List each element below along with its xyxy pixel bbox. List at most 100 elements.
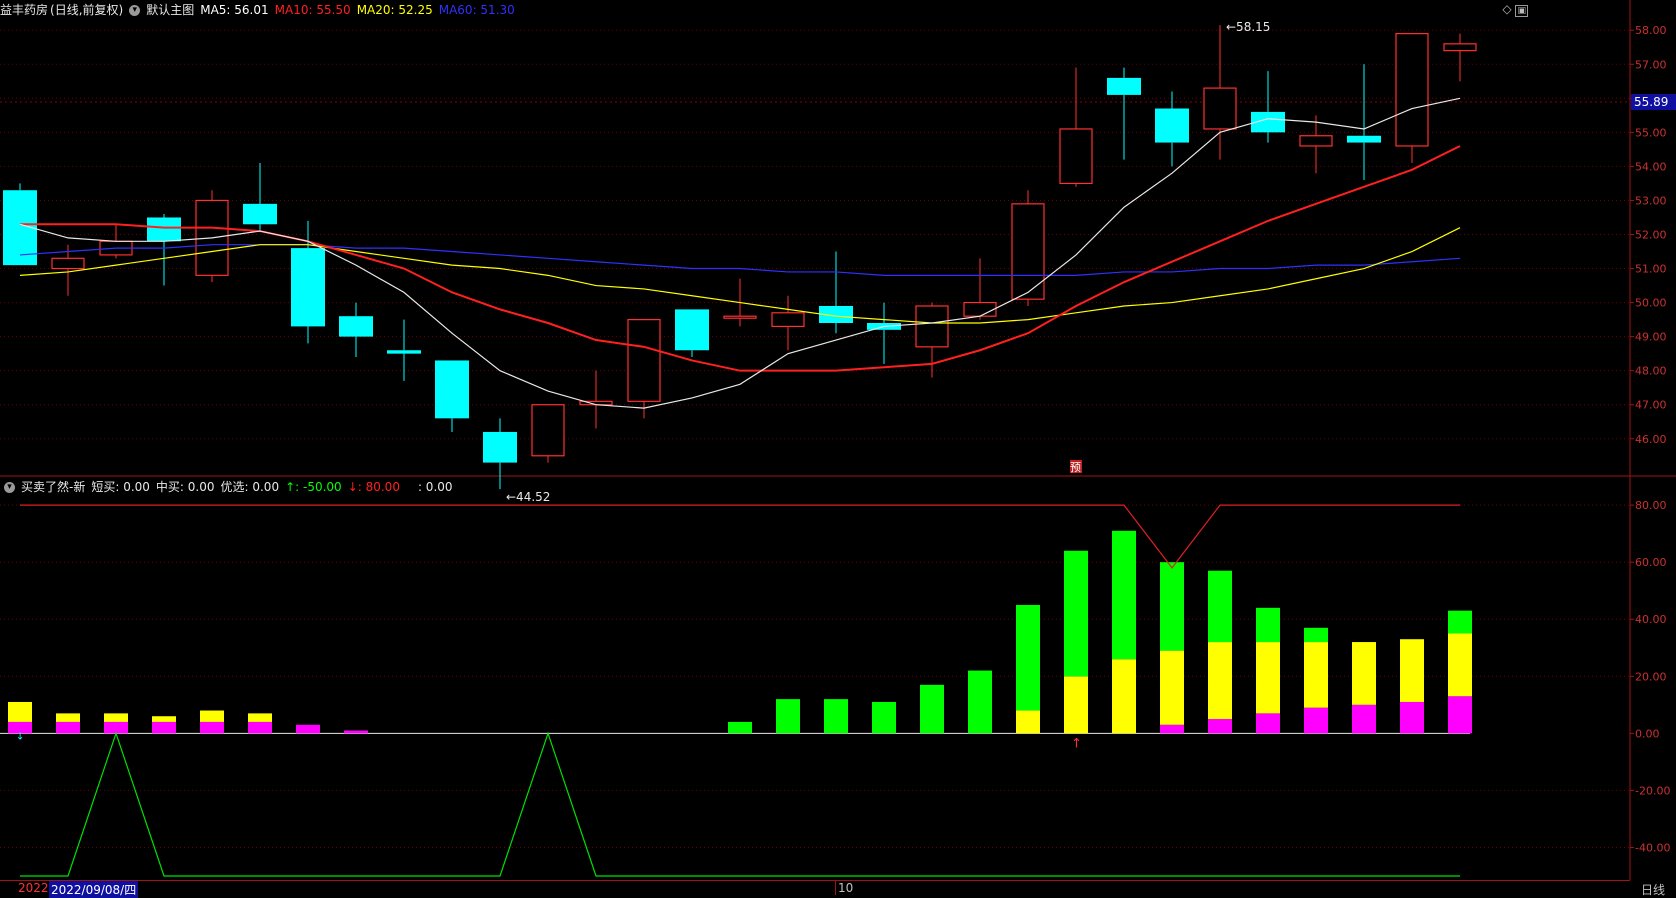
price-tick-label: 53.00	[1635, 194, 1667, 207]
candle-body-down	[483, 431, 517, 463]
indicator-bar-mid	[200, 710, 224, 722]
candle-body-down	[435, 360, 469, 419]
indicator-tick-label: -40.00	[1635, 841, 1670, 854]
indicator-bar-mid	[1160, 650, 1184, 725]
indicator-bar-short	[1160, 724, 1184, 734]
indicator-bar-mid	[1064, 676, 1088, 734]
indicator-tick-label: 80.00	[1635, 499, 1667, 512]
down-signal-line	[20, 504, 1460, 569]
indicator-bar-pick	[1160, 562, 1184, 651]
low-annotation: ←44.52	[506, 490, 550, 504]
candle-body-down	[387, 350, 421, 354]
candle-body-down	[675, 309, 709, 351]
month-mark: 10	[835, 881, 853, 895]
indicator-tick-label: 40.00	[1635, 613, 1667, 626]
indicator-bar-short	[1256, 713, 1280, 734]
candle-body-up	[1395, 33, 1429, 147]
price-tick-label: 52.00	[1635, 228, 1667, 241]
candle-body-up	[723, 315, 757, 319]
indicator-bar-mid	[1304, 642, 1328, 708]
indicator-bar-mid	[248, 713, 272, 722]
forecast-marker: 预	[1070, 461, 1081, 474]
candle-body-up	[51, 257, 85, 270]
indicator-bar-short	[248, 721, 272, 734]
indicator-bar-pick	[1064, 550, 1088, 677]
candle-body-down	[147, 217, 181, 242]
indicator-bar-short	[56, 721, 80, 734]
price-tick-label: 54.00	[1635, 160, 1667, 173]
indicator-bar-pick	[1208, 570, 1232, 643]
indicator-bar-mid	[56, 713, 80, 722]
candle-body-down	[243, 203, 277, 225]
indicator-bar-pick	[1256, 607, 1280, 643]
candle-body-up	[1011, 203, 1045, 300]
indicator-bar-short	[1208, 719, 1232, 734]
indicator-bar-mid	[1208, 642, 1232, 720]
indicator-bar-mid	[152, 716, 176, 722]
price-tick-label: 48.00	[1635, 365, 1667, 378]
candle-body-down	[339, 316, 373, 337]
price-tick-label: 49.00	[1635, 331, 1667, 344]
candle-body-down	[1155, 108, 1189, 143]
candle-body-up	[1299, 135, 1333, 147]
indicator-bar-pick	[728, 721, 752, 734]
down-arrow-icon: ↓	[16, 731, 24, 742]
date-start: 2022	[18, 881, 49, 895]
indicator-bar-pick	[824, 699, 848, 734]
candle-body-up	[531, 404, 565, 457]
indicator-bar-mid	[1352, 642, 1376, 705]
up-arrow-icon: ↑	[1071, 736, 1082, 751]
indicator-bar-mid	[1016, 710, 1040, 734]
indicator-bar-pick	[872, 701, 896, 734]
indicator-bar-pick	[1016, 604, 1040, 711]
price-tick-label: 58.00	[1635, 24, 1667, 37]
up-signal-line	[20, 731, 1460, 877]
indicator-bar-pick	[1112, 530, 1136, 660]
candle-body-up	[1203, 87, 1237, 130]
indicator-bar-short	[1352, 704, 1376, 734]
indicator-bar-mid	[104, 713, 128, 722]
chart-canvas[interactable]: 58.0057.0056.0055.0054.0053.0052.0051.00…	[0, 0, 1676, 880]
selected-date[interactable]: 2022/09/08/四	[49, 881, 139, 898]
indicator-tick-label: 20.00	[1635, 670, 1667, 683]
indicator-bar-pick	[1448, 610, 1472, 634]
indicator-bar-pick	[776, 699, 800, 734]
indicator-bar-short	[1448, 696, 1472, 734]
high-annotation: ←58.15	[1226, 20, 1270, 34]
price-tick-label: 46.00	[1635, 433, 1667, 446]
current-price-label: 55.89	[1634, 95, 1668, 109]
indicator-tick-label: 0.00	[1635, 727, 1660, 740]
indicator-bar-pick	[920, 684, 944, 734]
indicator-bar-pick	[968, 670, 992, 734]
candle-body-up	[1443, 43, 1477, 52]
indicator-tick-label: -20.00	[1635, 784, 1670, 797]
candle-body-up	[915, 305, 949, 348]
candle-body-up	[771, 312, 805, 328]
ma5-line	[19, 97, 1461, 409]
price-tick-label: 55.00	[1635, 126, 1667, 139]
price-tick-label: 51.00	[1635, 263, 1667, 276]
indicator-bar-pick	[1304, 627, 1328, 643]
candle-body-down	[1347, 135, 1381, 143]
indicator-bar-short	[296, 724, 320, 734]
indicator-bar-mid	[1448, 633, 1472, 697]
indicator-bar-mid	[1256, 642, 1280, 714]
indicator-tick-label: 60.00	[1635, 556, 1667, 569]
period-label[interactable]: 日线	[1641, 881, 1665, 898]
indicator-bar-short	[344, 730, 368, 734]
candle-body-up	[1059, 128, 1093, 185]
candle-body-up	[627, 319, 661, 402]
indicator-bar-short	[1304, 707, 1328, 734]
candle-body-up	[963, 301, 997, 317]
indicator-bar-short	[1400, 701, 1424, 734]
candle-body-down	[291, 248, 325, 327]
indicator-bar-short	[152, 721, 176, 734]
price-tick-label: 57.00	[1635, 58, 1667, 71]
ma60-line	[19, 244, 1461, 276]
indicator-bar-mid	[1112, 659, 1136, 734]
price-tick-label: 47.00	[1635, 399, 1667, 412]
price-tick-label: 50.00	[1635, 297, 1667, 310]
candle-body-down	[1107, 77, 1141, 95]
date-axis-bar	[0, 880, 1630, 898]
indicator-bar-short	[200, 721, 224, 734]
